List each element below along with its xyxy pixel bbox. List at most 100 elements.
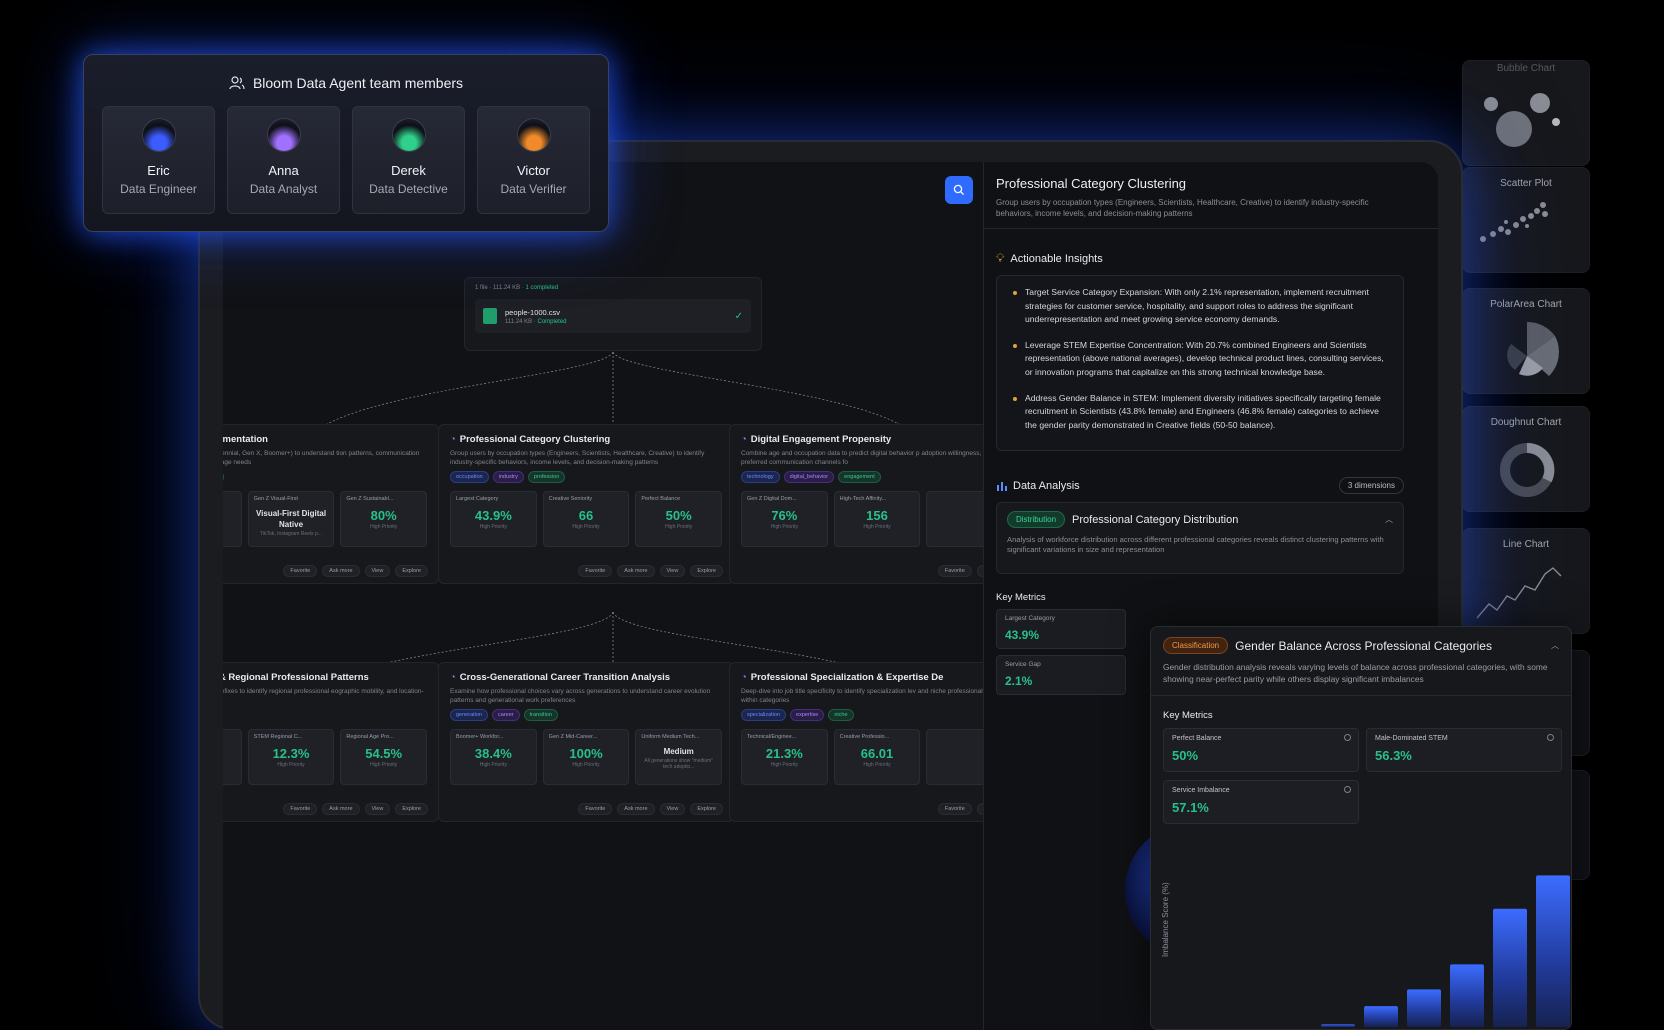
view-button[interactable]: View [659,803,686,815]
metric-priority: TikTok, Instagram Reels p... [260,531,322,537]
metric-priority: High Priority [370,524,398,530]
member-card-eric[interactable]: Eric Data Engineer [102,106,215,214]
info-icon[interactable] [1547,734,1554,741]
chart-type-doughnut[interactable]: Doughnut Chart [1462,406,1590,512]
metric-card: Regional Age Pro... 54.5% High Priority [340,729,428,785]
gender-card-description: Gender distribution analysis reveals var… [1151,662,1571,696]
metric-label: Service Gap [1005,661,1041,669]
view-button[interactable]: View [659,565,686,577]
explore-button[interactable]: Explore [395,803,428,815]
node-title-text: Professional Category Clustering [459,434,611,445]
analysis-node[interactable]: ◔ Cross-Generational Career Transition An… [438,662,734,822]
chart-type-line[interactable]: Line Chart [1462,528,1590,634]
metric-label: Creative Professio... [839,734,890,740]
metric-card: Technical/Enginee... 21.3% High Priority [741,729,828,785]
metric-card: Gen Z Visual-First Visual-First Digital N… [247,491,335,547]
ask-more-button[interactable]: Ask more [322,565,360,577]
favorite-button[interactable]: Favorite [578,803,613,815]
favorite-button[interactable]: Favorite [283,803,318,815]
metric-priority: High Priority [770,524,798,530]
node-title: ◔ Professional Specialization & Expertise… [741,672,983,683]
metric-label: Largest Category [456,496,499,502]
metric-text-value: Visual-First Digital Native [255,509,327,529]
metric-card: Gen Z Digital Dom... 76% High Priority [741,491,828,547]
ask-more-button[interactable]: Ask more [617,803,655,815]
gender-metrics-grid: Perfect Balance 50% Male-Dominated STEM 56… [1163,728,1562,824]
node-tags: e_cohortlifecycle [223,471,427,483]
scatter-plot-icon [1480,202,1548,242]
analysis-node[interactable]: c Distribution & Regional Professional P… [223,662,439,822]
insights-title: Actionable Insights [1010,252,1103,265]
member-card-anna[interactable]: Anna Data Analyst [227,106,340,214]
analysis-node[interactable]: ◔ Professional Specialization & Expertise… [729,662,983,822]
metric-priority: High Priority [770,762,798,768]
favorite-button[interactable]: Favorite [937,803,972,815]
bar[interactable] [1536,875,1570,1027]
explore-button[interactable]: Explore [690,565,723,577]
node-title-text: Cross-Generational Career Transition Ana… [459,672,671,683]
chart-type-scatter[interactable]: Scatter Plot [1462,167,1590,273]
bubble-chart-icon [1484,93,1560,147]
metric-card: Creative Professio... 66.01 High Priority [833,729,921,785]
bar[interactable] [1450,964,1484,1027]
bar[interactable] [1493,908,1527,1027]
insight-item: Leverage STEM Expertise Concentration: W… [1013,339,1393,380]
member-card-derek[interactable]: Derek Data Detective [352,106,465,214]
member-card-victor[interactable]: Victor Data Verifier [477,106,590,214]
info-icon[interactable] [1344,786,1351,793]
node-title: ◔ Digital Engagement Propensity [741,434,983,445]
favorite-button[interactable]: Favorite [578,565,613,577]
tag: engagement [838,471,881,483]
analysis-node[interactable]: nal Cohort Segmentation generation (Gen Z… [223,424,439,584]
favorite-button[interactable]: Favorite [283,565,318,577]
team-members-panel: Bloom Data Agent team members Eric Data E… [83,54,609,232]
chevron-up-icon[interactable]: ︿ [1385,514,1393,525]
node-metrics: Boomer+ Workfor... 38.4% High Priority Gen … [450,729,723,785]
agent-icon: ◔ [741,672,747,683]
node-actions: Favorite Ask more View Explore [283,565,428,577]
search-button[interactable] [945,176,973,204]
bar[interactable] [1364,1006,1398,1027]
analysis-node[interactable]: ◔ Digital Engagement Propensity Combine ag… [729,424,983,584]
chart-type-polar[interactable]: PolarArea Chart [1462,288,1590,394]
info-icon[interactable] [1344,734,1351,741]
gender-balance-card[interactable]: Classification Gender Balance Across Pro… [1150,626,1572,1030]
metric-priority: High Priority [572,762,600,768]
chart-type-label: Doughnut Chart [1490,417,1562,428]
file-size: 111.24 KB [505,318,533,325]
insights-box: Target Service Category Expansion: With … [996,275,1404,452]
file-row[interactable]: people-1000.csv 111.24 KB · Completed ✓ [475,299,751,333]
metric-card: D... [223,729,242,785]
view-button[interactable]: View [364,803,391,815]
explore-button[interactable]: Explore [690,803,723,815]
chevron-up-icon[interactable]: ︿ [1551,640,1559,651]
analysis-node[interactable]: ◔ Professional Category Clustering Group u… [438,424,734,584]
metric-card: Boomer+ Workfor... 38.4% High Priority [450,729,537,785]
ask-more-button[interactable]: Ask more [617,565,655,577]
sidebar-description: Group users by occupation types (Enginee… [996,198,1369,218]
node-title: nal Cohort Segmentation [223,434,427,445]
metric-card: Largest Category 43.9% [996,609,1126,650]
metric-card: Perfect Balance 50% [1163,728,1359,772]
metric-priority: High Priority [665,524,693,530]
node-tags: technology digital_behavior engagement [741,471,983,483]
member-name: Anna [268,163,299,178]
metric-label: Regional Age Pro... [346,734,394,740]
view-button[interactable]: View [364,565,391,577]
chart-type-bubble[interactable]: Bubble Chart [1462,60,1590,166]
ask-more-button[interactable]: Ask more [322,803,360,815]
distribution-card[interactable]: Distribution Professional Category Distr… [996,502,1404,575]
metric-card: Service Imbalance 57.1% [1163,780,1359,824]
node-description: Deep-dive into job title specificity to … [741,688,983,704]
bar[interactable] [1321,1024,1355,1027]
metric-card: om... [223,491,242,547]
file-upload-block: 1 file · 111.24 KB · 1 completed people-… [464,277,762,351]
explore-button[interactable]: Explore [395,565,428,577]
key-metrics-title: Key Metrics [996,592,1046,604]
node-actions: FavoriteAsk more [937,803,983,815]
favorite-button[interactable]: Favorite [937,565,972,577]
doughnut-chart-icon [1500,442,1555,497]
node-actions: Favorite Ask more View Explore [578,803,723,815]
file-summary: 1 file · 111.24 KB · 1 completed [475,285,559,291]
bar[interactable] [1407,989,1441,1027]
